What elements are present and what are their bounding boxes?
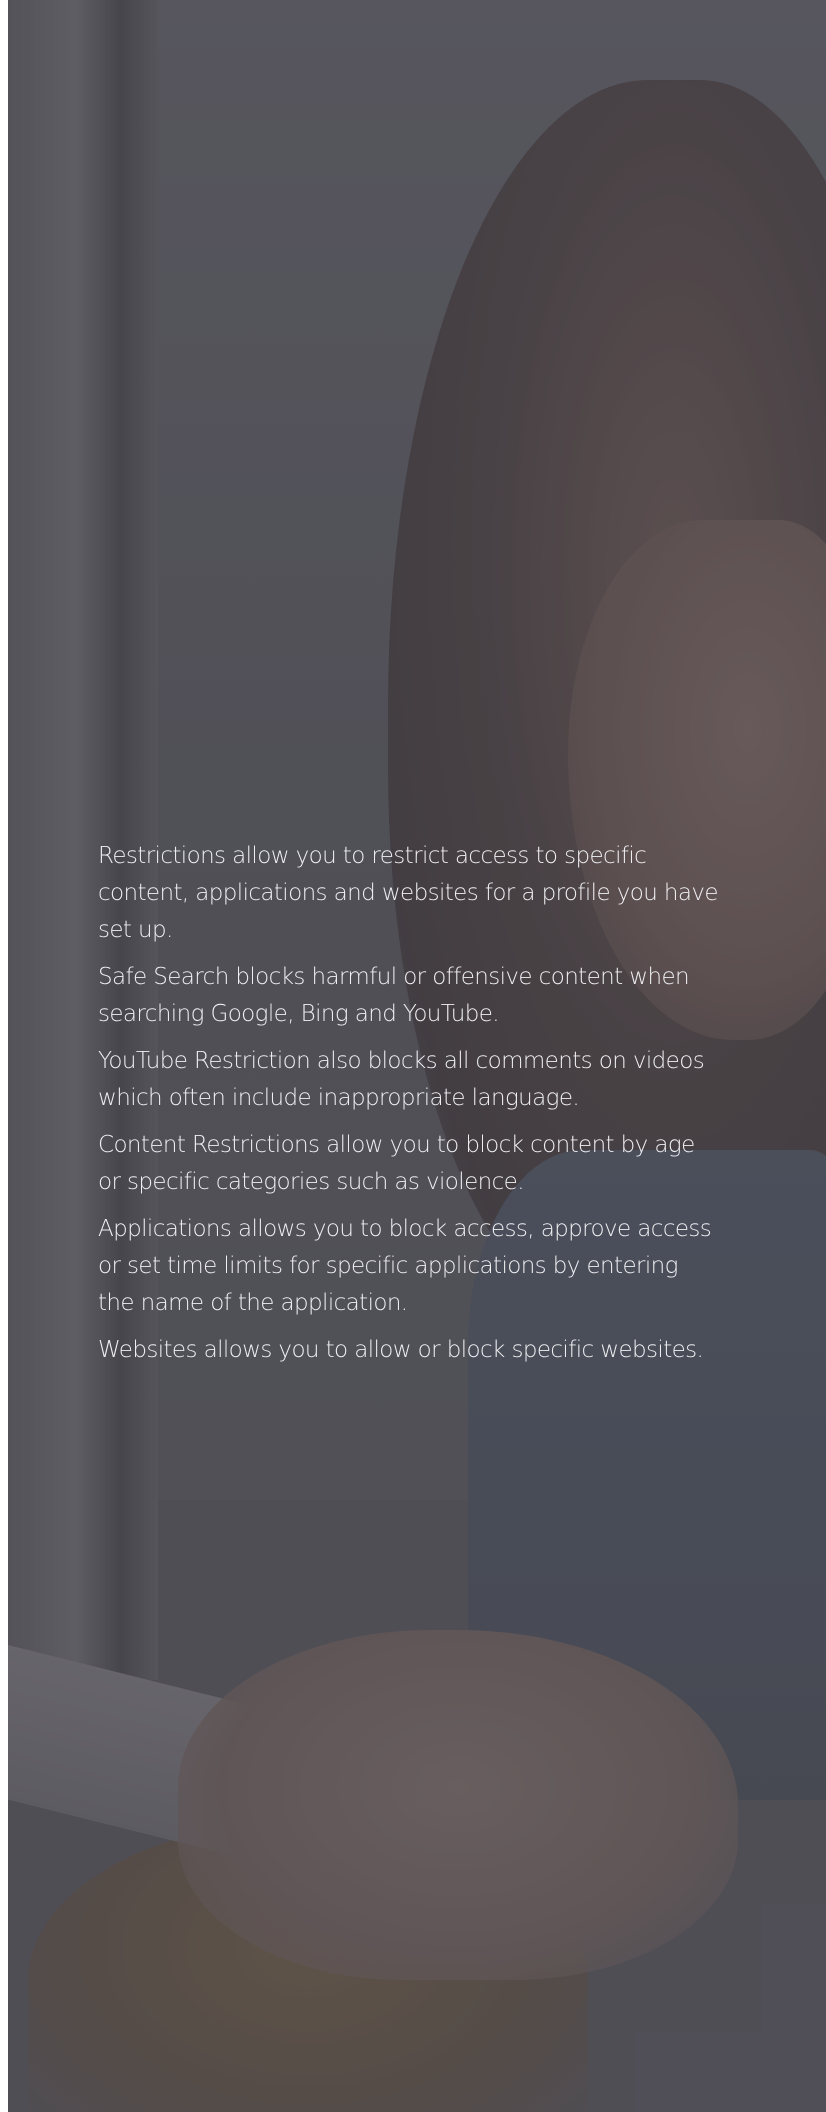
paragraph-content-restrictions: Content Restrictions allow you to block …	[98, 1132, 695, 1195]
paragraph-safe-search: Safe Search blocks harmful or offensive …	[98, 964, 690, 1027]
restrictions-description: Restrictions allow you to restrict acces…	[98, 838, 719, 1379]
paragraph-restrictions-intro: Restrictions allow you to restrict acces…	[98, 843, 719, 943]
paragraph-websites: Websites allows you to allow or block sp…	[98, 1337, 704, 1363]
paragraph-applications: Applications allows you to block access,…	[98, 1216, 712, 1316]
hero-section: Restrictions allow you to restrict acces…	[8, 0, 826, 2112]
paragraph-youtube-restriction: YouTube Restriction also blocks all comm…	[98, 1048, 705, 1111]
